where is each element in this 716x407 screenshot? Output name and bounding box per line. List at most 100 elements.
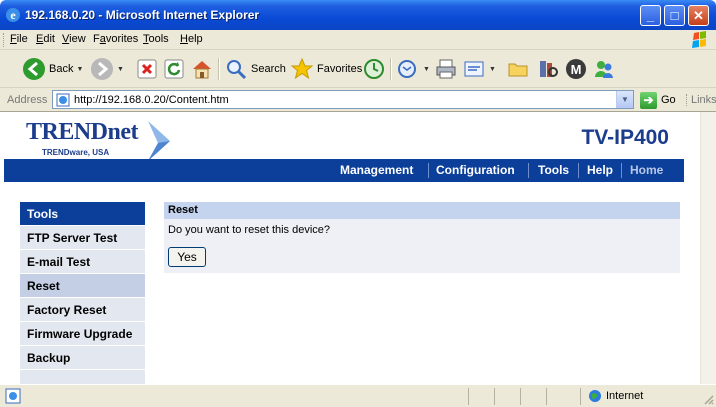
stop-button[interactable] xyxy=(135,56,159,82)
forward-arrow-icon xyxy=(91,58,113,80)
internet-globe-icon xyxy=(589,390,601,402)
nav-management[interactable]: Management xyxy=(340,159,413,182)
refresh-button[interactable] xyxy=(162,56,186,82)
toolbar: Back ▼ ▼ Search Favorites ▼ ▼ M xyxy=(0,50,716,88)
nav-separator xyxy=(428,163,429,178)
windows-logo-icon xyxy=(692,31,706,48)
model-name: TV-IP400 xyxy=(581,126,669,149)
menu-view[interactable]: View xyxy=(62,33,86,45)
nav-separator xyxy=(578,163,579,178)
panel-body: Do you want to reset this device? Yes xyxy=(164,219,680,273)
address-input[interactable]: http://192.168.0.20/Content.htm ▼ xyxy=(52,90,634,109)
nav-help[interactable]: Help xyxy=(587,159,613,182)
logo-brand: TRENDnet xyxy=(26,119,139,145)
history-button[interactable] xyxy=(362,56,386,82)
nav-separator xyxy=(528,163,529,178)
menu-help[interactable]: Help xyxy=(180,33,203,45)
menu-file[interactable]: File xyxy=(10,33,28,45)
sidebar-header: Tools xyxy=(20,202,145,226)
status-cell xyxy=(580,388,581,405)
status-cell xyxy=(520,388,521,405)
home-button[interactable] xyxy=(190,56,214,82)
forward-dropdown-icon[interactable]: ▼ xyxy=(117,66,124,73)
sidebar-item-firmware-upgrade[interactable]: Firmware Upgrade xyxy=(20,322,145,346)
favorites-label: Favorites xyxy=(317,63,363,75)
sidebar: Tools FTP Server Test E-mail Test Reset … xyxy=(20,202,145,384)
menu-favorites[interactable]: Favorites xyxy=(93,33,138,45)
address-dropdown-icon[interactable]: ▼ xyxy=(616,91,633,108)
home-icon xyxy=(193,61,211,79)
mail-dropdown-icon[interactable]: ▼ xyxy=(423,66,430,73)
svg-text:M: M xyxy=(571,62,582,77)
print-button[interactable] xyxy=(434,56,458,82)
menu-bar: File Edit View Favorites Tools Help xyxy=(0,30,716,50)
back-button[interactable]: Back ▼ xyxy=(22,56,83,82)
panel-title: Reset xyxy=(164,202,680,219)
refresh-icon xyxy=(164,59,184,79)
discuss-button[interactable] xyxy=(506,56,530,82)
back-arrow-icon xyxy=(23,58,45,80)
edit-dropdown-icon[interactable]: ▼ xyxy=(489,66,496,73)
sidebar-item-reset[interactable]: Reset xyxy=(20,274,145,298)
close-button[interactable]: ✕ xyxy=(688,5,709,26)
menu-grip xyxy=(3,33,5,47)
stop-icon xyxy=(137,59,157,79)
status-cell xyxy=(546,388,547,405)
sidebar-item-ftp-server-test[interactable]: FTP Server Test xyxy=(20,226,145,250)
links-button[interactable]: Links xyxy=(686,94,716,106)
go-label: Go xyxy=(661,94,676,106)
messenger-m-button[interactable]: M xyxy=(564,56,588,82)
zone-label: Internet xyxy=(606,390,644,402)
yes-button[interactable]: Yes xyxy=(168,247,206,267)
window-title-bar[interactable]: e 192.168.0.20 - Microsoft Internet Expl… xyxy=(0,0,716,30)
mail-button[interactable]: ▼ xyxy=(396,56,430,82)
sidebar-item-backup[interactable]: Backup xyxy=(20,346,145,370)
address-label: Address xyxy=(7,94,48,106)
search-icon xyxy=(227,60,247,80)
back-label: Back xyxy=(49,63,74,75)
go-button[interactable]: ➔ Go xyxy=(640,91,676,109)
page-status-icon xyxy=(5,388,21,404)
search-button[interactable]: Search xyxy=(224,56,286,82)
minimize-icon: _ xyxy=(646,8,655,23)
vertical-scrollbar[interactable] xyxy=(700,112,716,384)
status-bar: Internet xyxy=(0,384,716,407)
favorites-button[interactable]: Favorites xyxy=(290,56,362,82)
logo-tagline: TRENDware, USA xyxy=(42,148,110,157)
edit-button[interactable]: ▼ xyxy=(462,56,496,82)
folder-icon xyxy=(508,63,528,77)
maximize-icon: □ xyxy=(670,8,679,23)
toolbar-separator xyxy=(218,58,220,80)
back-dropdown-icon[interactable]: ▼ xyxy=(76,66,83,73)
window-title: 192.168.0.20 - Microsoft Internet Explor… xyxy=(25,8,260,22)
messenger-people-icon xyxy=(595,61,613,78)
security-zone: Internet xyxy=(588,389,643,403)
status-cell xyxy=(468,388,469,405)
nav-separator xyxy=(621,163,622,178)
history-icon xyxy=(364,59,384,79)
maximize-button[interactable]: □ xyxy=(664,5,685,26)
nav-home[interactable]: Home xyxy=(630,159,663,182)
page-icon xyxy=(56,93,70,107)
address-bar: Address http://192.168.0.20/Content.htm … xyxy=(0,88,716,112)
menu-tools[interactable]: Tools xyxy=(143,33,169,45)
toolbar-separator xyxy=(390,58,392,80)
logo-star-icon xyxy=(148,121,170,161)
nav-configuration[interactable]: Configuration xyxy=(436,159,515,182)
sidebar-item-factory-reset[interactable]: Factory Reset xyxy=(20,298,145,322)
minimize-button[interactable]: _ xyxy=(640,5,661,26)
sidebar-item-email-test[interactable]: E-mail Test xyxy=(20,250,145,274)
internet-explorer-icon: e xyxy=(6,8,20,22)
edit-page-icon xyxy=(464,61,484,77)
favorites-star-icon xyxy=(290,57,314,80)
forward-button[interactable]: ▼ xyxy=(90,56,124,82)
reset-panel: Reset Do you want to reset this device? … xyxy=(164,202,680,273)
nav-tools[interactable]: Tools xyxy=(538,159,569,182)
reset-question: Do you want to reset this device? xyxy=(168,224,331,236)
svg-text:e: e xyxy=(10,8,16,22)
messenger-button[interactable] xyxy=(592,56,616,82)
menu-edit[interactable]: Edit xyxy=(36,33,55,45)
research-books-icon xyxy=(540,61,558,77)
research-button[interactable] xyxy=(536,56,560,82)
resize-grip-icon[interactable] xyxy=(702,393,714,405)
